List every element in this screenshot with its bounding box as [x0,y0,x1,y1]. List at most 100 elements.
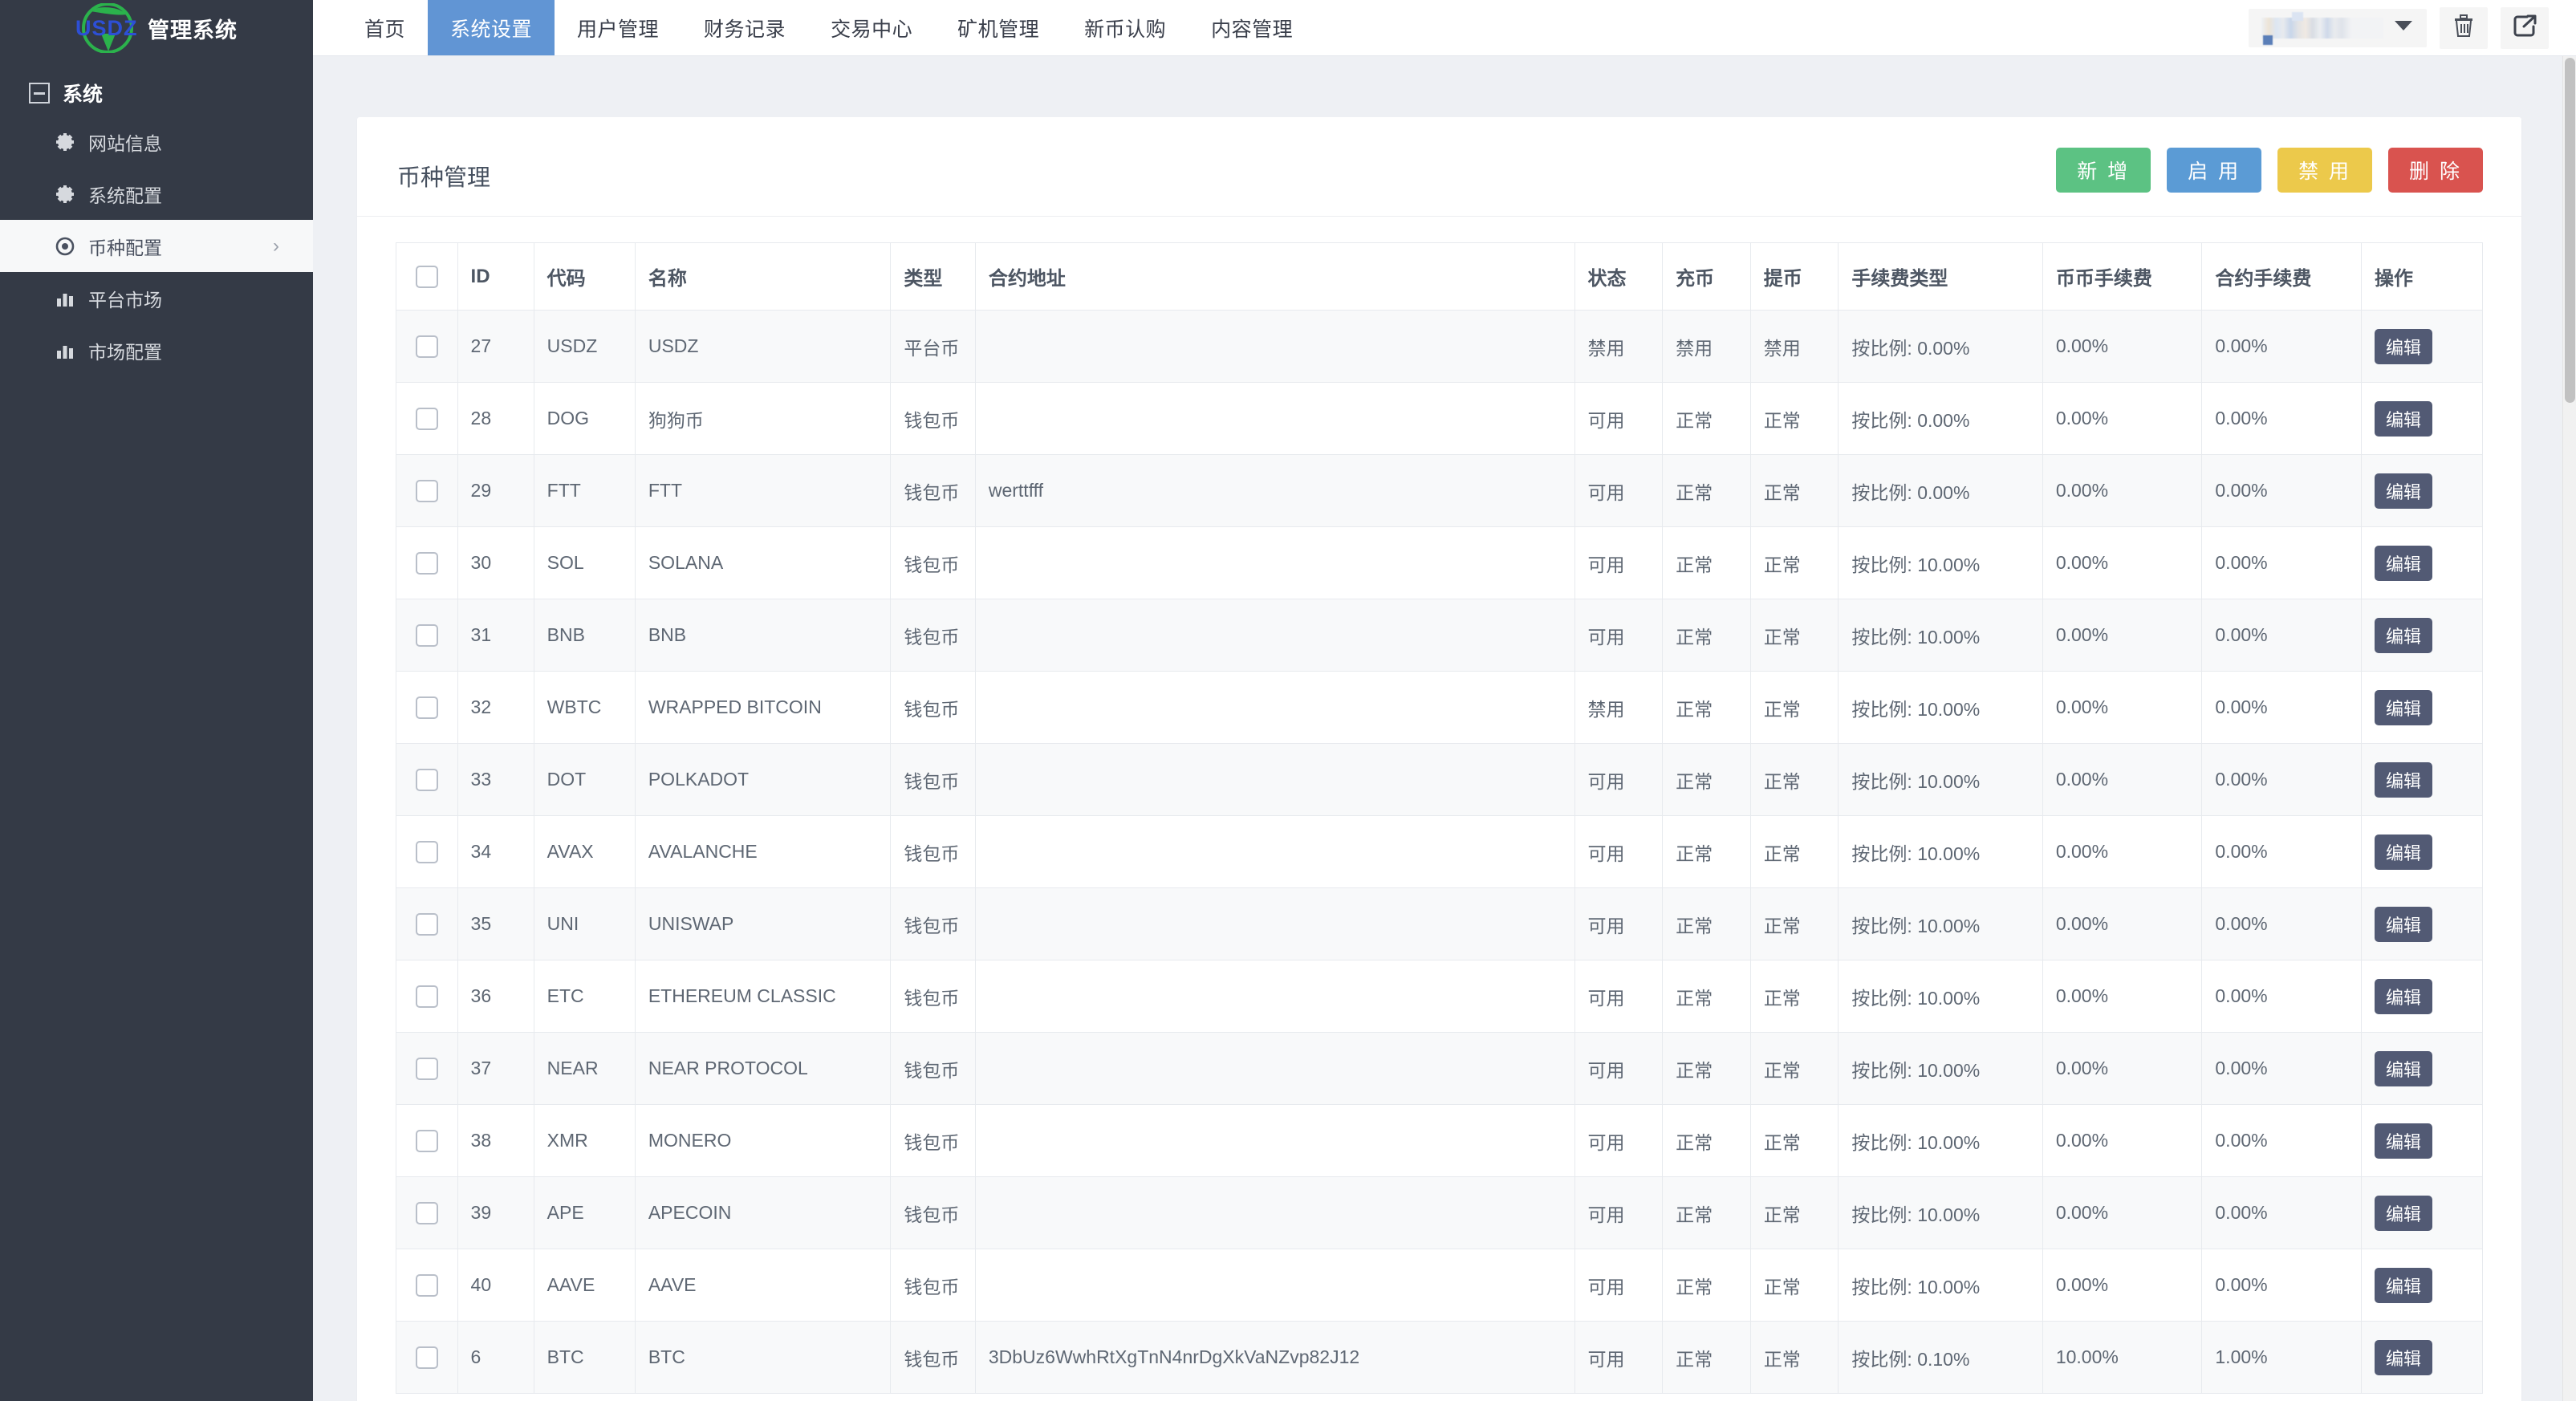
row-checkbox[interactable] [416,1274,438,1297]
row-checkbox[interactable] [416,480,438,502]
edit-button[interactable]: 编辑 [2375,762,2432,798]
cell-contract-fee: 0.00% [2202,744,2362,816]
table-row[interactable]: 28DOG狗狗币钱包币可用正常正常按比例: 0.00%0.00%0.00%编辑 [396,383,2483,455]
edit-button[interactable]: 编辑 [2375,1196,2432,1231]
logout-button[interactable] [2501,7,2549,49]
nav-item-2[interactable]: 用户管理 [555,0,681,55]
edit-button[interactable]: 编辑 [2375,1051,2432,1086]
cell-code: ETC [534,960,635,1033]
table-row[interactable]: 31BNBBNB钱包币可用正常正常按比例: 10.00%0.00%0.00%编辑 [396,599,2483,672]
table-row[interactable]: 39APEAPECOIN钱包币可用正常正常按比例: 10.00%0.00%0.0… [396,1177,2483,1249]
chevron-right-icon: › [273,235,279,258]
nav-item-6[interactable]: 新币认购 [1062,0,1188,55]
cell-type: 钱包币 [891,672,975,744]
edit-button[interactable]: 编辑 [2375,329,2432,364]
column-header-address: 合约地址 [975,243,1574,311]
row-checkbox[interactable] [416,841,438,863]
table-row[interactable]: 38XMRMONERO钱包币可用正常正常按比例: 10.00%0.00%0.00… [396,1105,2483,1177]
sidebar-item-0[interactable]: 网站信息 [0,116,313,168]
row-checkbox[interactable] [416,624,438,647]
column-header-coin_fee: 币币手续费 [2042,243,2202,311]
row-checkbox[interactable] [416,696,438,719]
table-row[interactable]: 6BTCBTC钱包币3DbUz6WwhRtXgTnN4nrDgXkVaNZvp8… [396,1322,2483,1394]
row-checkbox[interactable] [416,1058,438,1080]
edit-button[interactable]: 编辑 [2375,979,2432,1014]
row-checkbox[interactable] [416,985,438,1008]
sidebar-item-2[interactable]: 币种配置› [0,220,313,272]
row-checkbox[interactable] [416,1202,438,1224]
row-checkbox[interactable] [416,408,438,430]
cell-fee-type: 按比例: 10.00% [1839,1033,2042,1105]
cell-name: ETHEREUM CLASSIC [635,960,891,1033]
cell-type: 钱包币 [891,455,975,527]
cell-deposit: 正常 [1663,888,1751,960]
sidebar-item-list: 网站信息系统配置币种配置›平台市场市场配置 [0,116,313,376]
enable-button[interactable]: 启 用 [2167,148,2261,193]
cell-address [975,744,1574,816]
table-row[interactable]: 37NEARNEAR PROTOCOL钱包币可用正常正常按比例: 10.00%0… [396,1033,2483,1105]
nav-item-1[interactable]: 系统设置 [428,0,555,55]
row-select-cell [396,672,458,744]
table-row[interactable]: 34AVAXAVALANCHE钱包币可用正常正常按比例: 10.00%0.00%… [396,816,2483,888]
cell-coin-fee: 0.00% [2042,383,2202,455]
cell-code: SOL [534,527,635,599]
nav-item-4[interactable]: 交易中心 [808,0,935,55]
edit-button[interactable]: 编辑 [2375,401,2432,437]
nav-item-7[interactable]: 内容管理 [1188,0,1315,55]
edit-button[interactable]: 编辑 [2375,835,2432,870]
row-checkbox[interactable] [416,1346,438,1369]
table-row[interactable]: 35UNIUNISWAP钱包币可用正常正常按比例: 10.00%0.00%0.0… [396,888,2483,960]
table-row[interactable]: 33DOTPOLKADOT钱包币可用正常正常按比例: 10.00%0.00%0.… [396,744,2483,816]
clear-cache-button[interactable] [2440,7,2488,49]
row-checkbox[interactable] [416,1130,438,1152]
table-row[interactable]: 27USDZUSDZ平台币禁用禁用禁用按比例: 0.00%0.00%0.00%编… [396,311,2483,383]
bar-chart-icon [55,288,79,309]
nav-item-0[interactable]: 首页 [342,0,428,55]
disable-button[interactable]: 禁 用 [2277,148,2372,193]
row-checkbox[interactable] [416,913,438,936]
cell-withdraw: 正常 [1750,744,1839,816]
cell-withdraw: 正常 [1750,455,1839,527]
edit-button[interactable]: 编辑 [2375,690,2432,725]
gear-icon [55,184,79,205]
delete-button[interactable]: 删 除 [2388,148,2483,193]
row-checkbox[interactable] [416,552,438,575]
cell-address [975,816,1574,888]
nav-item-5[interactable]: 矿机管理 [935,0,1062,55]
page-scrollbar[interactable] [2562,56,2576,1401]
row-checkbox[interactable] [416,335,438,358]
sidebar-item-1[interactable]: 系统配置 [0,168,313,220]
cell-type: 钱包币 [891,383,975,455]
scrollbar-thumb[interactable] [2565,58,2575,403]
table-row[interactable]: 36ETCETHEREUM CLASSIC钱包币可用正常正常按比例: 10.00… [396,960,2483,1033]
edit-button[interactable]: 编辑 [2375,1340,2432,1375]
cell-contract-fee: 1.00% [2202,1322,2362,1394]
table-row[interactable]: 32WBTCWRAPPED BITCOIN钱包币禁用正常正常按比例: 10.00… [396,672,2483,744]
cell-address [975,1177,1574,1249]
edit-button[interactable]: 编辑 [2375,1268,2432,1303]
user-menu[interactable] [2249,9,2427,47]
card-header: 币种管理 新 增启 用禁 用删 除 [357,117,2521,217]
cell-id: 38 [457,1105,534,1177]
cell-address [975,1105,1574,1177]
select-all-checkbox[interactable] [416,266,438,288]
cell-name: APECOIN [635,1177,891,1249]
add-button[interactable]: 新 增 [2056,148,2151,193]
cell-fee-type: 按比例: 10.00% [1839,1249,2042,1322]
cell-name: AVALANCHE [635,816,891,888]
sidebar-group-system[interactable]: 系统 [0,56,313,116]
edit-button[interactable]: 编辑 [2375,907,2432,942]
edit-button[interactable]: 编辑 [2375,473,2432,509]
cell-operations: 编辑 [2361,888,2482,960]
sidebar-item-3[interactable]: 平台市场 [0,272,313,324]
edit-button[interactable]: 编辑 [2375,618,2432,653]
table-row[interactable]: 29FTTFTT钱包币werttfff可用正常正常按比例: 0.00%0.00%… [396,455,2483,527]
edit-button[interactable]: 编辑 [2375,546,2432,581]
edit-button[interactable]: 编辑 [2375,1123,2432,1159]
cell-id: 27 [457,311,534,383]
row-checkbox[interactable] [416,769,438,791]
nav-item-3[interactable]: 财务记录 [681,0,808,55]
sidebar-item-4[interactable]: 市场配置 [0,324,313,376]
table-row[interactable]: 30SOLSOLANA钱包币可用正常正常按比例: 10.00%0.00%0.00… [396,527,2483,599]
table-row[interactable]: 40AAVEAAVE钱包币可用正常正常按比例: 10.00%0.00%0.00%… [396,1249,2483,1322]
